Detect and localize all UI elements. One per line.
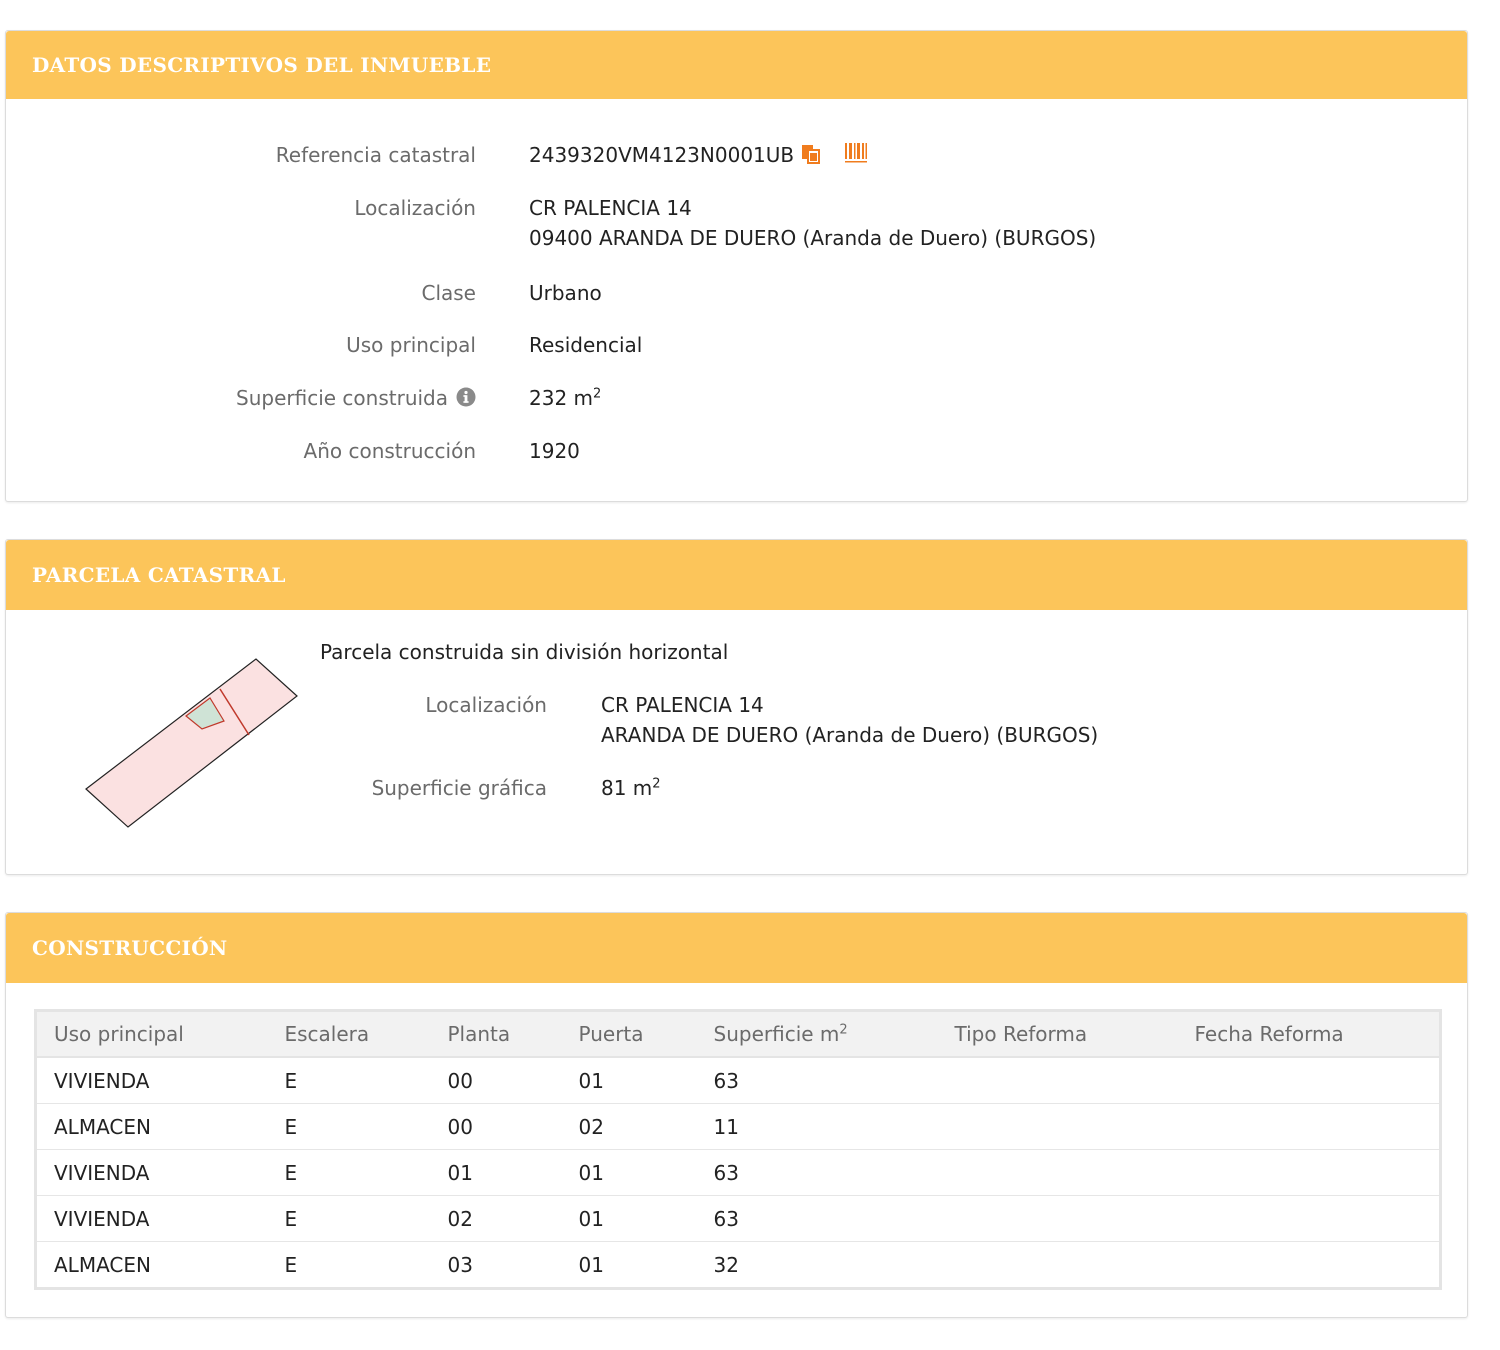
table-row: ALMACEN E 03 01 32 (36, 1242, 1441, 1289)
localizacion-line2: 09400 ARANDA DE DUERO (Aranda de Duero) … (529, 226, 1097, 250)
referencia-value: 2439320VM4123N0001UB (529, 143, 795, 167)
col-tipo-reforma: Tipo Reforma (937, 1010, 1178, 1058)
cell-uso: VIVIENDA (35, 1057, 268, 1104)
cell-uso: ALMACEN (35, 1103, 268, 1150)
cell-puerta: 01 (561, 1057, 697, 1104)
clase-label: Clase (421, 281, 476, 305)
cell-superficie: 63 (696, 1057, 938, 1104)
cell-escalera: E (284, 1252, 298, 1277)
anio-value: 1920 (529, 439, 580, 463)
parcela-title: PARCELA CATASTRAL (32, 563, 286, 587)
parcela-subtitle: Parcela construida sin división horizont… (320, 640, 729, 664)
referencia-value-row: 2439320VM4123N0001UB (529, 140, 868, 172)
clase-value: Urbano (529, 281, 602, 305)
cell-tipo-reforma (937, 1195, 1178, 1242)
col-superficie-label: Superficie m (713, 1022, 840, 1046)
cell-uso: ALMACEN (54, 1252, 151, 1277)
cell-tipo-reforma (938, 1242, 1178, 1289)
cell-escalera: E (267, 1149, 431, 1196)
info-icon[interactable] (456, 385, 476, 415)
parcela-panel: PARCELA CATASTRAL Parcela construida sin… (5, 539, 1468, 875)
cell-tipo-reforma (937, 1057, 1178, 1104)
superficie-grafica-sup: 2 (652, 776, 661, 792)
anio-label: Año construcción (303, 439, 476, 463)
table-row: VIVIENDA E 00 01 63 (35, 1057, 1441, 1104)
cell-fecha-reforma (1178, 1242, 1441, 1289)
table-row: VIVIENDA E 02 01 63 (35, 1195, 1441, 1242)
referencia-label: Referencia catastral (275, 143, 476, 167)
superficie-construida-label: Superficie construida (236, 386, 448, 410)
cell-puerta: 01 (561, 1149, 697, 1196)
cell-superficie: 11 (696, 1103, 938, 1150)
cell-planta: 02 (430, 1195, 562, 1242)
cell-escalera: E (267, 1103, 431, 1150)
superficie-construida-label-row: Superficie construida (6, 383, 476, 415)
datos-title: DATOS DESCRIPTIVOS DEL INMUEBLE (32, 53, 492, 77)
construccion-panel: CONSTRUCCIÓN Uso principal Escalera Plan… (5, 912, 1468, 1318)
cell-planta: 00 (430, 1103, 562, 1150)
uso-value: Residencial (529, 333, 643, 357)
cell-tipo-reforma (937, 1149, 1178, 1196)
cell-fecha-reforma (1177, 1195, 1441, 1242)
col-superficie: Superficie m2 (696, 1010, 938, 1058)
superficie-construida-value: 232 m2 (529, 383, 601, 413)
copy-icon[interactable] (800, 142, 822, 172)
construccion-header: CONSTRUCCIÓN (6, 913, 1467, 983)
construccion-table: Uso principal Escalera Planta Puerta Sup… (34, 1009, 1442, 1290)
cell-superficie: 32 (713, 1252, 739, 1277)
superficie-grafica-value: 81 m2 (601, 773, 661, 803)
table-row: VIVIENDA E 01 01 63 (35, 1149, 1441, 1196)
cell-uso: VIVIENDA (35, 1149, 268, 1196)
construccion-title: CONSTRUCCIÓN (32, 936, 228, 960)
superficie-grafica-label: Superficie gráfica (371, 776, 547, 800)
parcel-map[interactable] (76, 650, 316, 840)
cell-fecha-reforma (1177, 1057, 1441, 1104)
table-row: ALMACEN E 00 02 11 (35, 1103, 1441, 1150)
col-superficie-sup: 2 (839, 1022, 848, 1038)
cell-puerta: 01 (578, 1252, 604, 1277)
barcode-icon[interactable] (844, 142, 868, 172)
superficie-construida-number: 232 m (529, 386, 594, 410)
cell-tipo-reforma (937, 1103, 1178, 1150)
superficie-construida-sup: 2 (593, 386, 602, 402)
col-puerta: Puerta (561, 1010, 697, 1058)
datos-header: DATOS DESCRIPTIVOS DEL INMUEBLE (6, 31, 1467, 99)
localizacion-line1: CR PALENCIA 14 (529, 196, 692, 220)
col-uso-principal: Uso principal (35, 1010, 268, 1058)
col-fecha-reforma: Fecha Reforma (1177, 1010, 1441, 1058)
cell-superficie: 63 (696, 1195, 938, 1242)
cell-escalera: E (267, 1057, 431, 1104)
cell-escalera: E (267, 1195, 431, 1242)
cell-uso: VIVIENDA (35, 1195, 268, 1242)
parcela-localizacion-label: Localización (425, 693, 547, 717)
cell-superficie: 63 (696, 1149, 938, 1196)
cell-puerta: 02 (561, 1103, 697, 1150)
uso-label: Uso principal (346, 333, 476, 357)
col-planta: Planta (430, 1010, 562, 1058)
parcela-localizacion-line2: ARANDA DE DUERO (Aranda de Duero) (BURGO… (601, 723, 1099, 747)
table-header-row: Uso principal Escalera Planta Puerta Sup… (35, 1010, 1441, 1058)
cell-fecha-reforma (1177, 1149, 1441, 1196)
datos-panel: DATOS DESCRIPTIVOS DEL INMUEBLE Referenc… (5, 30, 1468, 502)
cell-planta: 03 (447, 1252, 473, 1277)
cell-planta: 00 (430, 1057, 562, 1104)
parcela-localizacion-line1: CR PALENCIA 14 (601, 693, 764, 717)
parcela-header: PARCELA CATASTRAL (6, 540, 1467, 610)
localizacion-label: Localización (354, 196, 476, 220)
cell-planta: 01 (430, 1149, 562, 1196)
col-escalera: Escalera (267, 1010, 431, 1058)
superficie-grafica-number: 81 m (601, 776, 653, 800)
cell-fecha-reforma (1177, 1103, 1441, 1150)
cell-puerta: 01 (561, 1195, 697, 1242)
